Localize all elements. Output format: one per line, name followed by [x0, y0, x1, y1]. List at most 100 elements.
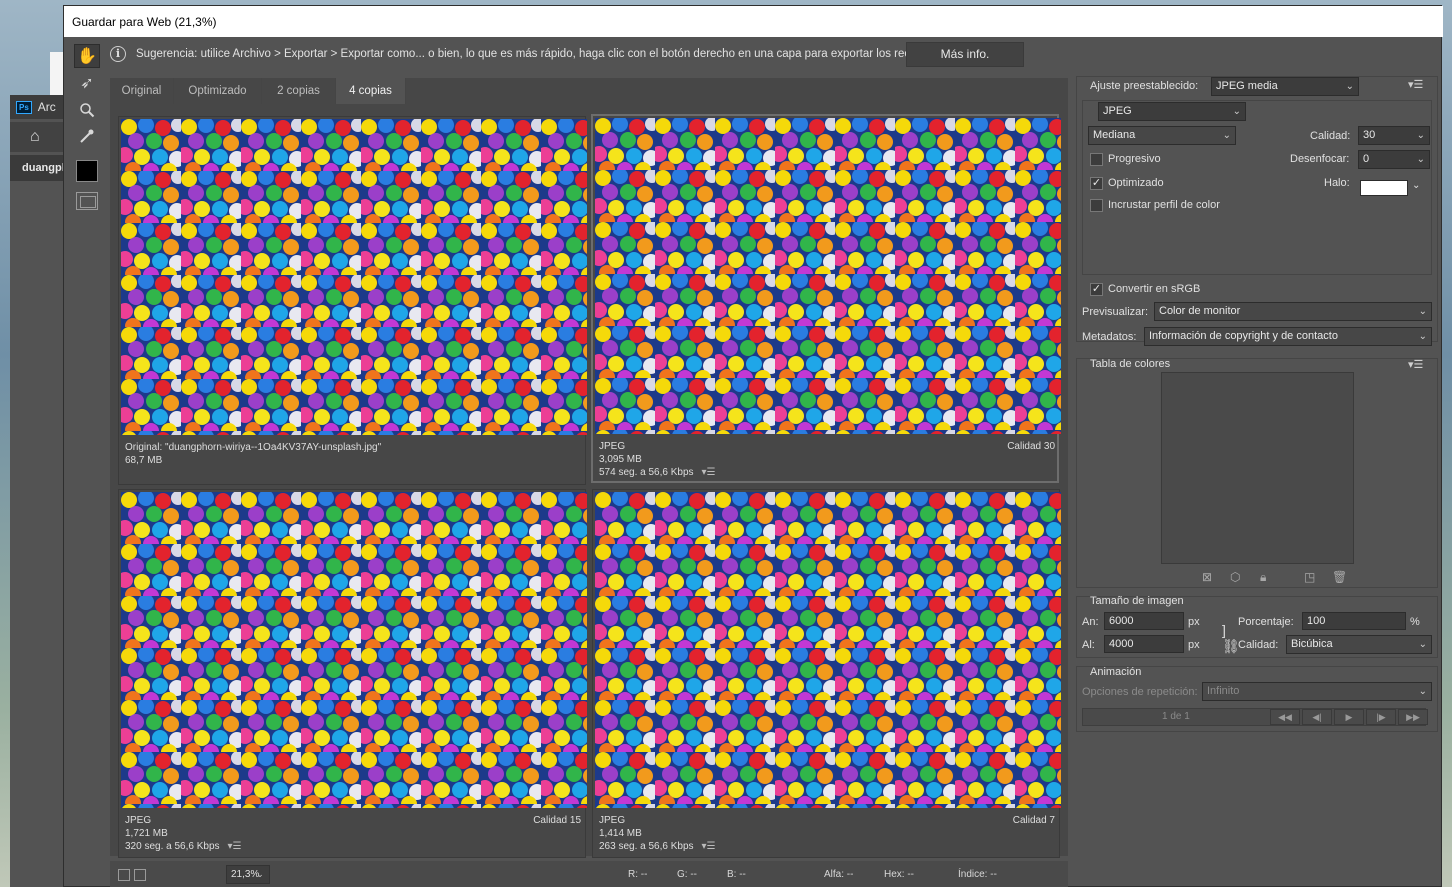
preview-image — [595, 118, 1061, 434]
loop-select[interactable]: Infinito ⌄ — [1202, 682, 1432, 701]
pane-format: JPEG — [599, 815, 626, 826]
preview-pane-quality-7[interactable]: JPEG 1,414 MB 263 seg. a 56,6 Kbps ▾☰ Cal… — [592, 489, 1061, 858]
zoom-in-icon[interactable] — [134, 869, 146, 881]
tab-2-up[interactable]: 2 copias — [262, 78, 336, 104]
chevron-down-icon: ⌄ — [1416, 154, 1425, 165]
lock-icon[interactable]: 🔒︎ — [1260, 570, 1266, 585]
width-input[interactable]: 6000 — [1104, 612, 1184, 630]
convert-srgb-label: Convertir en sRGB — [1108, 283, 1201, 295]
last-frame-icon[interactable]: ▶▶ — [1398, 709, 1428, 725]
animation-label: Animación — [1090, 666, 1142, 678]
chevron-down-icon: ⌄ — [1222, 130, 1231, 141]
chevron-down-icon: ⌄ — [1416, 130, 1425, 141]
tab-optimized[interactable]: Optimizado — [174, 78, 262, 104]
slice-select-icon[interactable]: ➶ — [74, 72, 100, 96]
zoom-icon[interactable] — [74, 98, 100, 122]
preview-image — [121, 119, 587, 435]
document-tab[interactable]: duangpl — [10, 155, 70, 181]
width-unit: px — [1188, 616, 1200, 628]
metadata-select[interactable]: Información de copyright y de contacto ⌄ — [1144, 327, 1432, 346]
height-label: Al: — [1082, 639, 1095, 651]
blur-label: Desenfocar: — [1290, 153, 1350, 165]
constrain-proportions-icon[interactable]: ]⛓︎ — [1222, 622, 1240, 654]
hand-icon[interactable]: ✋ — [74, 44, 100, 68]
tab-4-up[interactable]: 4 copias — [336, 78, 406, 104]
save-for-web-dialog: Guardar para Web (21,3%) ✋ ➶ i Sugerenci… — [63, 5, 1443, 887]
quality-label: Calidad: — [1310, 130, 1351, 142]
preview-image — [595, 492, 1061, 808]
halo-label: Halo: — [1324, 177, 1350, 189]
chevron-down-icon: ⌄ — [1418, 639, 1427, 650]
eyedropper-color-swatch[interactable] — [76, 160, 98, 182]
chevron-down-icon: ⌄ — [1418, 686, 1427, 697]
trash-icon[interactable]: 🗑︎ — [1332, 570, 1347, 584]
preset-label: Ajuste preestablecido: — [1090, 80, 1199, 92]
optimize-menu-icon[interactable]: ▾☰ — [1408, 78, 1423, 91]
preview-select[interactable]: Color de monitor ⌄ — [1154, 302, 1432, 321]
color-table-label: Tabla de colores — [1090, 358, 1171, 370]
first-frame-icon[interactable]: ◀◀ — [1270, 709, 1300, 725]
pane-quality: Calidad 7 — [1012, 815, 1055, 826]
quality-input[interactable]: 30 ⌄ — [1358, 126, 1430, 145]
eyedropper-icon[interactable] — [74, 124, 100, 148]
tab-original[interactable]: Original — [110, 78, 174, 104]
play-icon[interactable]: ▶ — [1334, 709, 1364, 725]
percent-unit: % — [1410, 616, 1420, 628]
toggle-slices-icon[interactable] — [76, 192, 98, 210]
pane-menu-icon[interactable]: ▾☰ — [228, 841, 242, 852]
convert-srgb-checkbox[interactable]: ✓ — [1090, 283, 1103, 296]
readout-alpha: Alfa: -- — [824, 869, 854, 880]
pane-download-time: 263 seg. a 56,6 Kbps — [599, 841, 694, 852]
pane-format: Original: "duangphorn-wiriya--1Oa4KV37AY… — [125, 442, 382, 453]
height-input[interactable]: 4000 — [1104, 635, 1184, 653]
progressive-checkbox[interactable] — [1090, 153, 1103, 166]
new-color-icon[interactable]: ◳ — [1304, 570, 1315, 584]
height-unit: px — [1188, 639, 1200, 651]
loop-label: Opciones de repetición: — [1082, 686, 1198, 698]
pane-size: 68,7 MB — [125, 455, 163, 466]
preview-pane-quality-30[interactable]: JPEG 3,095 MB 574 seg. a 56,6 Kbps ▾☰ Cal… — [591, 114, 1061, 483]
more-info-button[interactable]: Más info. — [906, 42, 1024, 67]
pane-size: 1,721 MB — [125, 828, 168, 839]
chevron-down-icon[interactable]: ⌄ — [250, 865, 270, 884]
web-shift-icon[interactable]: ⬡ — [1230, 570, 1240, 584]
preset-select[interactable]: JPEG media ⌄ — [1211, 77, 1359, 96]
dialog-title: Guardar para Web (21,3%) — [64, 6, 1443, 37]
status-bar: 21,3% ⌄ R: -- G: -- B: -- Alfa: -- Hex: … — [110, 861, 1068, 887]
hint-text: Sugerencia: utilice Archivo > Exportar >… — [136, 48, 939, 60]
pane-format: JPEG — [125, 815, 152, 826]
frame-counter: 1 de 1 — [1162, 711, 1190, 722]
photoshop-logo-icon: Ps — [16, 101, 32, 115]
percent-label: Porcentaje: — [1238, 616, 1294, 628]
next-frame-icon[interactable]: |▶ — [1366, 709, 1396, 725]
resample-select[interactable]: Bicúbica ⌄ — [1286, 635, 1432, 654]
tool-palette: ✋ ➶ — [72, 42, 102, 222]
photoshop-window — [10, 95, 70, 887]
optimized-checkbox[interactable]: ✓ — [1090, 177, 1103, 190]
format-select[interactable]: JPEG ⌄ — [1098, 102, 1246, 121]
pane-quality: Calidad 30 — [1007, 441, 1055, 452]
pane-menu-icon[interactable]: ▾☰ — [702, 841, 716, 852]
map-colors-icon[interactable]: ⊠ — [1202, 570, 1212, 584]
zoom-out-icon[interactable] — [118, 869, 130, 881]
readout-g: G: -- — [677, 869, 697, 880]
info-icon: i — [110, 46, 126, 62]
chevron-down-icon: ⌄ — [1418, 306, 1427, 317]
embed-profile-checkbox[interactable] — [1090, 199, 1103, 212]
halo-color-swatch[interactable] — [1360, 180, 1408, 196]
photoshop-title: Ps Arc — [10, 95, 70, 119]
color-table-menu-icon[interactable]: ▾☰ — [1408, 358, 1423, 371]
pane-menu-icon[interactable]: ▾☰ — [702, 467, 716, 478]
blur-input[interactable]: 0 ⌄ — [1358, 150, 1430, 169]
previous-frame-icon[interactable]: ◀| — [1302, 709, 1332, 725]
width-label: An: — [1082, 616, 1099, 628]
optimized-label: Optimizado — [1108, 177, 1164, 189]
preview-pane-original[interactable]: Original: "duangphorn-wiriya--1Oa4KV37AY… — [118, 116, 587, 485]
quality-preset-select[interactable]: Mediana ⌄ — [1088, 126, 1236, 145]
preview-pane-quality-15[interactable]: JPEG 1,721 MB 320 seg. a 56,6 Kbps ▾☰ Cal… — [118, 489, 587, 858]
percent-input[interactable]: 100 — [1302, 612, 1406, 630]
color-table — [1161, 372, 1354, 564]
chevron-down-icon[interactable]: ⌄ — [1412, 180, 1420, 191]
readout-hex: Hex: -- — [884, 869, 914, 880]
home-button[interactable]: ⌂ — [10, 122, 70, 152]
